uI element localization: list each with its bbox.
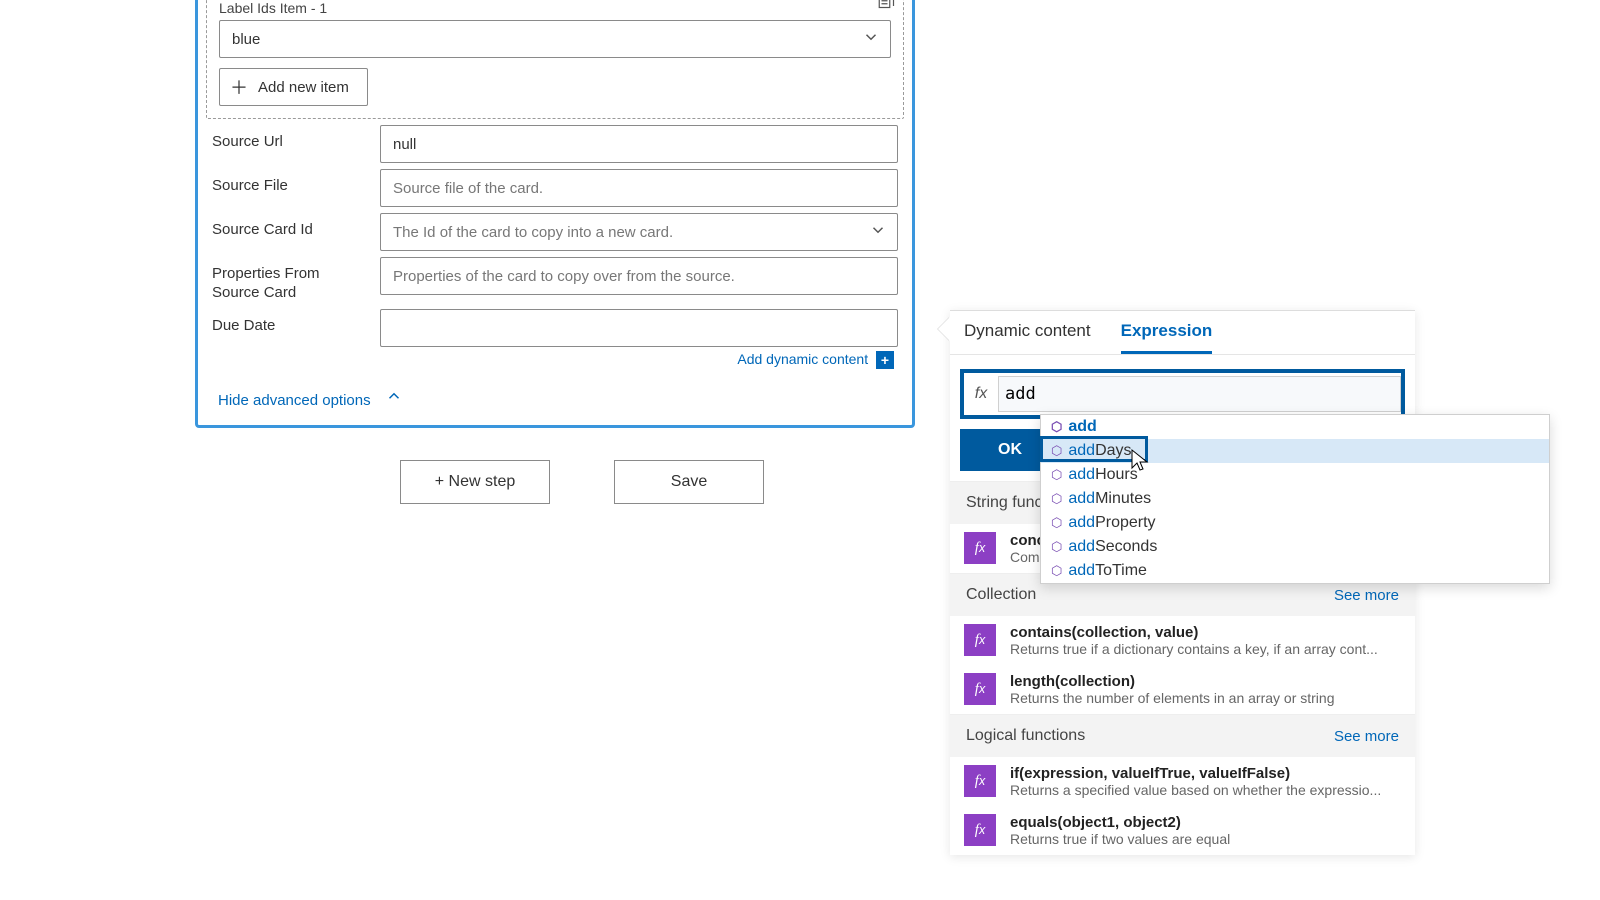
add-dynamic-content-badge[interactable]: + xyxy=(876,351,894,369)
function-icon: ⬡ xyxy=(1051,563,1062,579)
action-card: Label Ids Item - 1 blue ＋ Add new item S… xyxy=(195,0,915,428)
autocomplete-popup: ⓘ ⬡add⬡addDays⬡addHours⬡addMinutes⬡addPr… xyxy=(1040,414,1550,584)
chevron-down-icon xyxy=(862,28,880,50)
props-from-source-label: Properties From Source Card xyxy=(212,257,362,303)
fx-badge-icon: fx xyxy=(964,814,996,846)
source-card-id-label: Source Card Id xyxy=(212,213,362,240)
array-toggle-icon[interactable] xyxy=(877,0,897,14)
step-button-row: + New step Save xyxy=(400,460,764,504)
fn-if[interactable]: fx if(expression, valueIfTrue, valueIfFa… xyxy=(950,757,1415,806)
source-url-label: Source Url xyxy=(212,125,362,152)
add-dynamic-content-row: Add dynamic content + xyxy=(198,347,912,369)
fx-badge-icon: fx xyxy=(964,673,996,705)
fn-contains[interactable]: fx contains(collection, value) Returns t… xyxy=(950,616,1415,665)
function-icon: ⬡ xyxy=(1051,467,1062,483)
add-new-item-button[interactable]: ＋ Add new item xyxy=(219,68,368,106)
new-step-button[interactable]: + New step xyxy=(400,460,550,504)
plus-icon: ＋ xyxy=(230,74,248,100)
fx-badge-icon: fx xyxy=(964,624,996,656)
expression-input[interactable] xyxy=(998,376,1401,412)
label-ids-item-label: Label Ids Item - 1 xyxy=(219,0,891,16)
autocomplete-item[interactable]: ⬡addHours xyxy=(1041,463,1549,487)
fx-badge-icon: fx xyxy=(964,532,996,564)
add-new-item-label: Add new item xyxy=(258,79,349,96)
autocomplete-item[interactable]: ⬡addDays xyxy=(1041,439,1549,463)
hide-advanced-link[interactable]: Hide advanced options xyxy=(218,392,371,409)
expression-tabs: Dynamic content Expression xyxy=(950,311,1415,355)
source-file-input[interactable]: Source file of the card. xyxy=(380,169,898,207)
chevron-down-icon xyxy=(869,221,887,243)
save-button[interactable]: Save xyxy=(614,460,764,504)
function-icon: ⬡ xyxy=(1051,539,1062,555)
fn-length[interactable]: fx length(collection) Returns the number… xyxy=(950,665,1415,714)
hide-advanced-row: Hide advanced options xyxy=(198,369,912,409)
add-dynamic-content-link[interactable]: Add dynamic content xyxy=(737,351,868,367)
autocomplete-item[interactable]: ⬡addToTime xyxy=(1041,559,1549,583)
autocomplete-item[interactable]: ⬡add xyxy=(1041,415,1549,439)
fn-equals[interactable]: fx equals(object1, object2) Returns true… xyxy=(950,806,1415,855)
see-more-link[interactable]: See more xyxy=(1334,728,1399,745)
label-ids-item-select[interactable]: blue xyxy=(219,20,891,58)
function-icon: ⬡ xyxy=(1051,443,1062,459)
section-logical-functions: Logical functions See more xyxy=(950,714,1415,757)
tab-expression[interactable]: Expression xyxy=(1121,321,1213,354)
label-ids-group: Label Ids Item - 1 blue ＋ Add new item xyxy=(206,0,904,119)
tab-dynamic-content[interactable]: Dynamic content xyxy=(964,321,1091,354)
source-url-input[interactable]: null xyxy=(380,125,898,163)
autocomplete-item[interactable]: ⬡addSeconds xyxy=(1041,535,1549,559)
props-from-source-input[interactable]: Properties of the card to copy over from… xyxy=(380,257,898,295)
source-file-label: Source File xyxy=(212,169,362,196)
function-icon: ⬡ xyxy=(1051,515,1062,531)
label-ids-item-value: blue xyxy=(232,31,260,48)
see-more-link[interactable]: See more xyxy=(1334,587,1399,604)
function-icon: ⬡ xyxy=(1051,491,1062,507)
due-date-input[interactable] xyxy=(380,309,898,347)
fx-icon: fx xyxy=(964,385,998,403)
expression-input-wrap: fx xyxy=(960,369,1405,419)
function-icon: ⬡ xyxy=(1051,419,1062,435)
panel-arrow-icon xyxy=(938,317,950,341)
autocomplete-item[interactable]: ⬡addMinutes xyxy=(1041,487,1549,511)
fx-badge-icon: fx xyxy=(964,765,996,797)
due-date-label: Due Date xyxy=(212,309,362,336)
source-card-id-select[interactable]: The Id of the card to copy into a new ca… xyxy=(380,213,898,251)
chevron-up-icon xyxy=(385,392,403,409)
autocomplete-item[interactable]: ⬡addProperty xyxy=(1041,511,1549,535)
